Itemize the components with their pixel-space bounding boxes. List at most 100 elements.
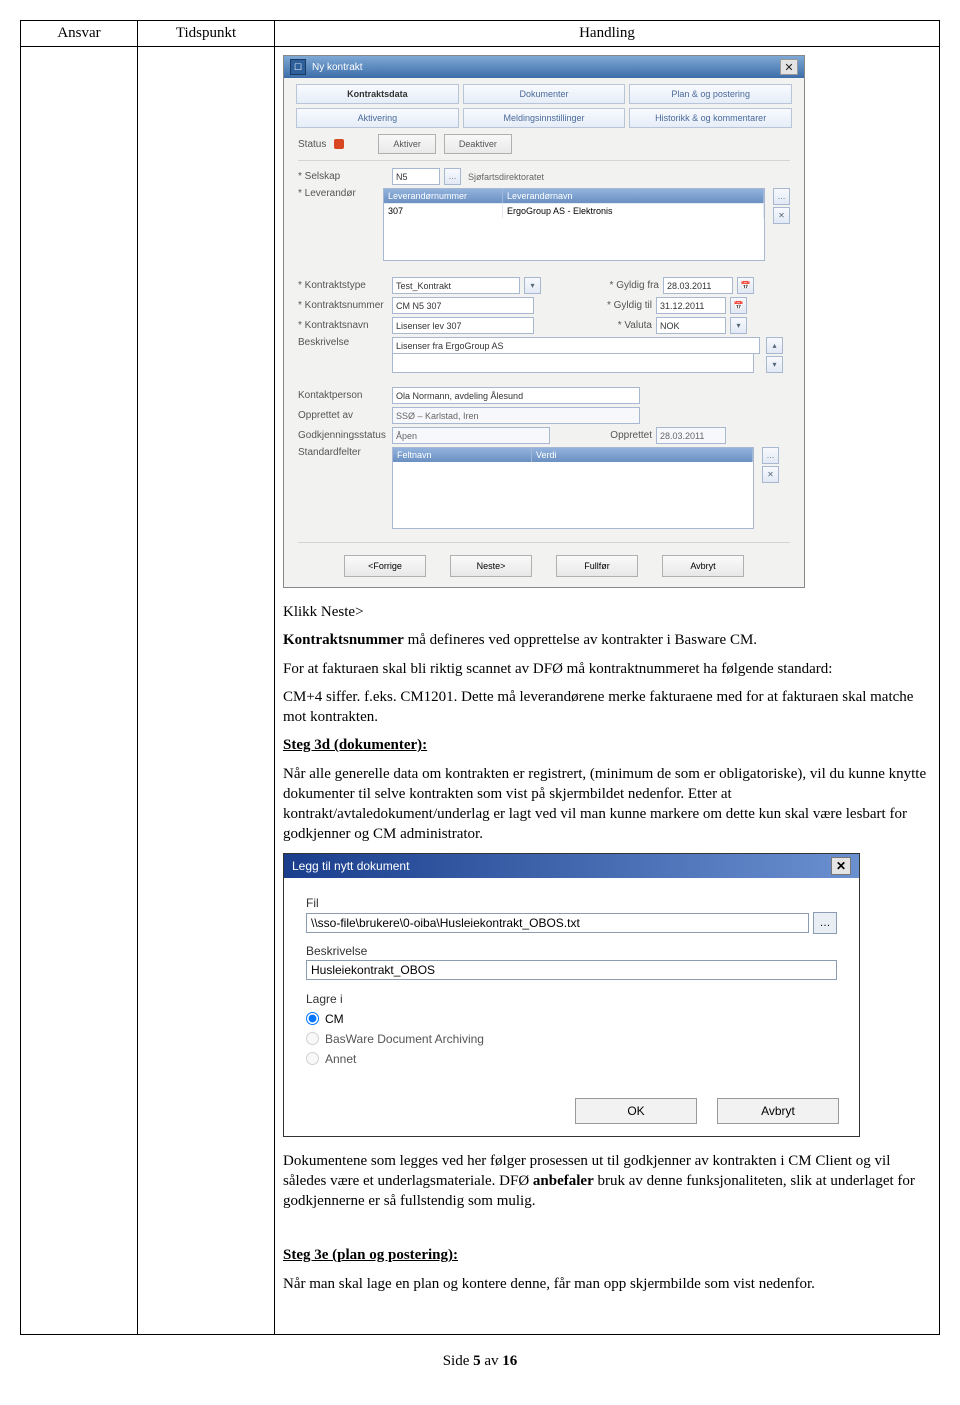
ny-kontrakt-dialog: ☐ Ny kontrakt ✕ Kontraktsdata Dokumenter… [283,55,805,588]
cell-tidspunkt [138,47,275,1335]
std-add-icon[interactable]: … [762,447,779,464]
besk-down-icon[interactable]: ▾ [766,356,783,373]
close-icon[interactable]: ✕ [780,59,798,75]
label-stdfelt: Standardfelter [298,447,388,458]
label-godstat: Godkjenningsstatus [298,430,388,441]
app-icon: ☐ [290,59,306,75]
standardfelter-grid[interactable]: Feltnavn Verdi [392,447,754,529]
radio-annet-input[interactable] [306,1052,319,1065]
label-knavn: * Kontraktsnavn [298,320,388,331]
selskap-name: Sjøfartsdirektoratet [465,169,591,184]
std-head-feltnavn: Feltnavn [393,448,532,462]
th-handling: Handling [275,21,940,47]
status-row: Status Aktiver Deaktiver [284,130,804,158]
th-tidspunkt: Tidspunkt [138,21,275,47]
valuta-input[interactable]: NOK [656,317,726,334]
tab-meldingsinnstillinger[interactable]: Meldingsinnstillinger [463,108,626,128]
page-footer: Side 5 av 16 [20,1353,940,1370]
besk-label: Beskrivelse [306,944,837,958]
lev-header-navn: Leverandørnavn [503,189,764,203]
text-step3e-body: Når man skal lage en plan og kontere den… [283,1274,931,1294]
aktiver-button[interactable]: Aktiver [378,134,436,154]
status-label: Status [298,139,326,150]
procedure-table: Ansvar Tidspunkt Handling ☐ Ny kontrakt … [20,20,940,1335]
text-klikk-neste: Klikk Neste> [283,602,931,622]
opprettetav-value: SSØ – Karlstad, Iren [392,407,640,424]
text-dokumenter-underlag: Dokumentene som legges ved her følger pr… [283,1151,931,1212]
label-selskap: * Selskap [298,171,388,182]
godkjenningsstatus-value: Åpen [392,427,550,444]
knummer-input[interactable]: CM N5 307 [392,297,534,314]
lev-add-icon[interactable]: … [773,188,790,205]
browse-icon[interactable]: … [813,912,837,934]
knavn-input[interactable]: Lisenser lev 307 [392,317,534,334]
lev-delete-icon[interactable]: ✕ [773,207,790,224]
radio-annet[interactable]: Annet [306,1052,837,1066]
label-kperson: Kontaktperson [298,390,388,401]
dialog-title: Ny kontrakt [312,62,363,73]
beskrivelse-input[interactable] [306,960,837,980]
kontaktperson-input[interactable]: Ola Normann, avdeling Ålesund [392,387,640,404]
valuta-dropdown-icon[interactable]: ▾ [730,317,747,334]
step-3d-heading: Steg 3d (dokumenter): [283,737,427,753]
wizard-buttons: <Forrige Neste> Fullfør Avbryt [284,545,804,587]
radio-cm[interactable]: CM [306,1012,837,1026]
next-button[interactable]: Neste> [450,555,532,577]
label-opprettet: Opprettet [592,430,652,441]
tab-plan-postering[interactable]: Plan & og postering [629,84,792,104]
prev-button[interactable]: <Forrige [344,555,426,577]
dialog-titlebar: ☐ Ny kontrakt ✕ [284,56,804,78]
label-besk: Beskrivelse [298,337,388,348]
text-faktura-standard: For at fakturaen skal bli riktig scannet… [283,659,931,679]
cell-ansvar [21,47,138,1335]
radio-basware-input[interactable] [306,1032,319,1045]
label-gyldtil: * Gyldig til [592,300,652,311]
fil-input[interactable] [306,913,809,933]
ktype-dropdown-icon[interactable]: ▾ [524,277,541,294]
avbryt-button[interactable]: Avbryt [662,555,744,577]
gyldigfra-input[interactable]: 28.03.2011 [663,277,733,294]
leverandor-grid[interactable]: Leverandørnummer Leverandørnavn 307 Ergo… [383,188,765,261]
label-oppav: Opprettet av [298,410,388,421]
tab-row: Kontraktsdata Dokumenter Plan & og poste… [284,78,804,130]
besk-up-icon[interactable]: ▴ [766,337,783,354]
dlg2-titlebar: Legg til nytt dokument ✕ [284,854,859,878]
step-3e-heading: Steg 3e (plan og postering): [283,1247,458,1263]
tab-aktivering[interactable]: Aktivering [296,108,459,128]
deaktiver-button[interactable]: Deaktiver [444,134,512,154]
dlg2-avbryt-button[interactable]: Avbryt [717,1098,839,1124]
lagrei-label: Lagre i [306,992,837,1006]
label-leverandor: * Leverandør [298,188,379,199]
selskap-lookup-icon[interactable]: … [444,168,461,185]
lev-num: 307 [384,203,503,218]
radio-cm-input[interactable] [306,1012,319,1025]
ok-button[interactable]: OK [575,1098,697,1124]
tab-dokumenter[interactable]: Dokumenter [463,84,626,104]
label-valuta: * Valuta [592,320,652,331]
gyldigfra-calendar-icon[interactable]: 📅 [737,277,754,294]
legg-til-dokument-dialog: Legg til nytt dokument ✕ Fil … Beskrivel… [283,853,860,1137]
std-delete-icon[interactable]: ✕ [762,466,779,483]
std-head-verdi: Verdi [532,448,753,462]
text-step3d-body: Når alle generelle data om kontrakten er… [283,764,931,845]
tab-historikk[interactable]: Historikk & og kommentarer [629,108,792,128]
label-knummer: * Kontraktsnummer [298,300,388,311]
th-ansvar: Ansvar [21,21,138,47]
ktype-input[interactable]: Test_Kontrakt [392,277,520,294]
status-indicator-icon [334,139,344,149]
fullfor-button[interactable]: Fullfør [556,555,638,577]
text-kontraktsnummer: Kontraktsnummer må defineres ved opprett… [283,630,931,650]
gyldigtil-calendar-icon[interactable]: 📅 [730,297,747,314]
text-cm-siffer: CM+4 siffer. f.eks. CM1201. Dette må lev… [283,687,931,728]
dlg2-close-icon[interactable]: ✕ [831,857,851,875]
lev-header-num: Leverandørnummer [384,189,503,203]
tab-kontraktsdata[interactable]: Kontraktsdata [296,84,459,104]
label-ktype: * Kontraktstype [298,280,388,291]
gyldigtil-input[interactable]: 31.12.2011 [656,297,726,314]
form-area: * Selskap N5 … Sjøfartsdirektoratet * Le… [284,163,804,540]
dlg2-title: Legg til nytt dokument [292,859,409,873]
radio-basware-archive[interactable]: BasWare Document Archiving [306,1032,837,1046]
beskrivelse-input[interactable]: Lisenser fra ErgoGroup AS [392,337,760,354]
selskap-code-input[interactable]: N5 [392,168,440,185]
opprettet-value: 28.03.2011 [656,427,726,444]
